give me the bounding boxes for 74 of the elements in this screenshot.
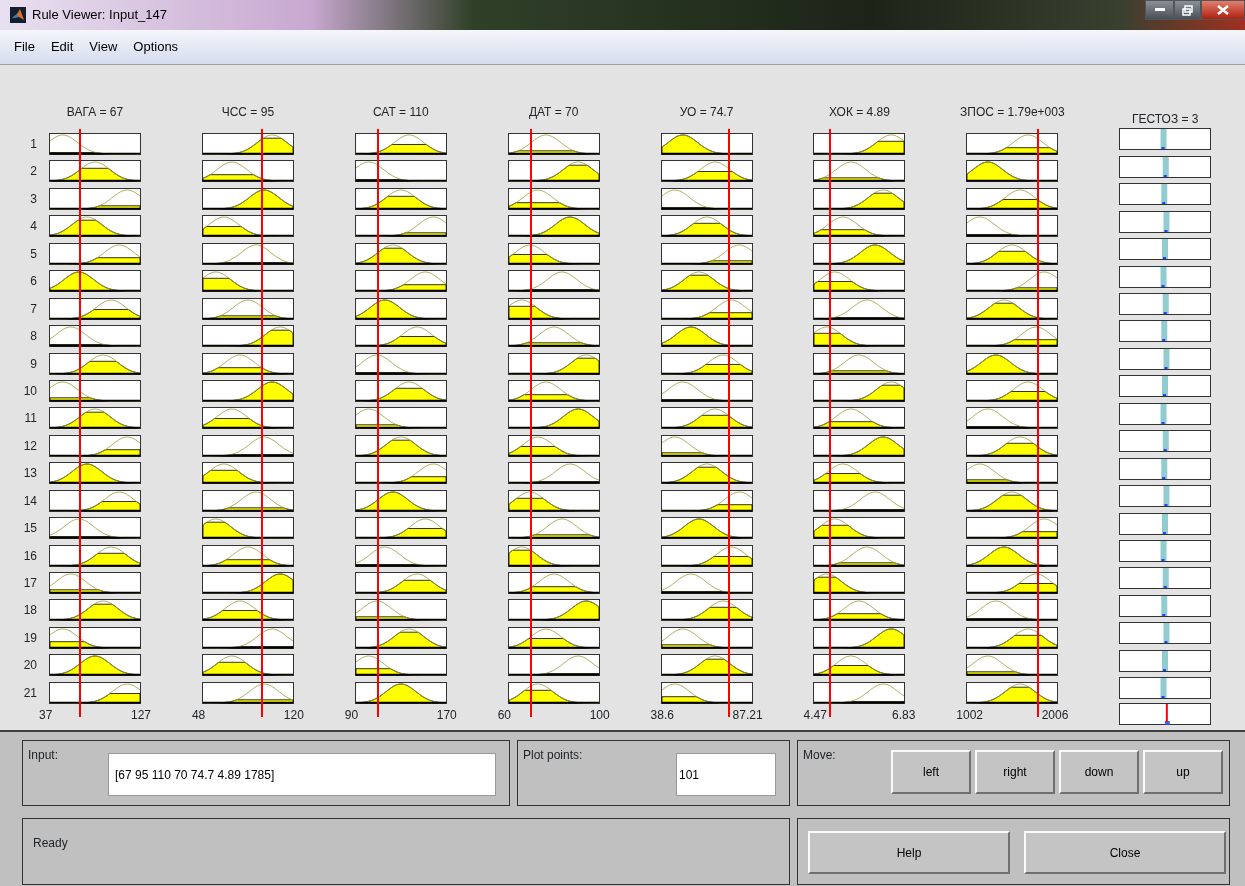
rule-number: 10 xyxy=(22,382,38,400)
move-button[interactable]: right xyxy=(975,750,1055,794)
variable-label: ВАГА = 67 xyxy=(65,104,125,121)
rule-number: 4 xyxy=(29,218,38,236)
rule-number: 17 xyxy=(22,575,38,592)
move-button[interactable]: left xyxy=(891,750,971,794)
minimize-button[interactable] xyxy=(1145,0,1174,20)
menu-item[interactable]: Edit xyxy=(44,35,80,59)
plot-points-field[interactable]: 101 xyxy=(676,753,776,796)
range-max-label: 127 xyxy=(130,707,151,725)
range-min-label: 60 xyxy=(497,707,512,725)
restore-icon xyxy=(1182,4,1193,16)
input-field[interactable]: [67 95 110 70 74.7 4.89 1785] xyxy=(108,753,496,796)
range-max-label: 120 xyxy=(283,707,304,725)
rule-number: 8 xyxy=(29,328,38,346)
rule-number: 20 xyxy=(22,657,38,675)
rule-number: 9 xyxy=(29,355,38,373)
range-max-label: 87.21 xyxy=(732,707,763,725)
status-text: Ready xyxy=(33,835,68,852)
move-button[interactable]: up xyxy=(1143,750,1223,794)
variable-label: УО = 74.7 xyxy=(678,104,735,121)
range-max-label: 2006 xyxy=(1041,707,1069,725)
app-logo-icon xyxy=(10,7,26,23)
range-min-label: 90 xyxy=(344,707,359,725)
variable-label: ХОК = 4.89 xyxy=(827,104,891,121)
menu-item[interactable]: Options xyxy=(127,35,185,59)
window-title: Rule Viewer: Input_147 xyxy=(32,6,167,25)
rule-number: 14 xyxy=(22,492,38,510)
plot-points-label: Plot points: xyxy=(523,747,583,764)
rule-number: 11 xyxy=(23,410,38,428)
menu-item[interactable]: File xyxy=(8,35,41,59)
close-icon xyxy=(1217,5,1229,15)
range-min-label: 4.47 xyxy=(803,707,827,725)
input-marker-line[interactable] xyxy=(529,129,532,718)
rule-number: 1 xyxy=(29,136,38,153)
move-label: Move: xyxy=(803,747,836,764)
help-button[interactable]: Help xyxy=(808,831,1010,874)
rule-number: 13 xyxy=(22,465,38,483)
input-marker-line[interactable] xyxy=(78,129,81,718)
rule-number: 2 xyxy=(29,163,38,181)
range-max-label: 170 xyxy=(436,707,457,725)
rule-number: 18 xyxy=(22,602,38,620)
input-marker-line[interactable] xyxy=(828,129,831,718)
range-min-label: 48 xyxy=(191,707,206,725)
variable-label: ЧСС = 95 xyxy=(220,104,276,121)
rule-number: 21 xyxy=(22,684,38,702)
output-label: ГЕСТОЗ = 3 xyxy=(1131,111,1200,128)
range-max-label: 6.83 xyxy=(892,707,916,725)
rule-number: 6 xyxy=(29,273,38,291)
rule-number: 15 xyxy=(22,520,38,538)
rule-number: 3 xyxy=(29,190,38,208)
input-marker-line[interactable] xyxy=(727,129,730,718)
rule-number: 12 xyxy=(22,437,38,455)
move-button[interactable]: down xyxy=(1059,750,1139,794)
range-max-label: 100 xyxy=(589,707,610,725)
close-dialog-button[interactable]: Close xyxy=(1024,831,1226,874)
rule-number: 5 xyxy=(29,245,38,263)
input-label: Input: xyxy=(28,747,59,764)
range-min-label: 37 xyxy=(39,707,53,725)
maximize-button[interactable] xyxy=(1174,0,1201,20)
variable-label: ДАТ = 70 xyxy=(527,104,580,121)
input-marker-line[interactable] xyxy=(376,129,379,718)
input-marker-line[interactable] xyxy=(1037,129,1040,718)
rule-number: 16 xyxy=(22,547,38,565)
input-marker-line[interactable] xyxy=(260,129,263,718)
range-min-label: 38.6 xyxy=(650,707,674,725)
menu-item[interactable]: View xyxy=(83,35,124,59)
rule-number: 7 xyxy=(29,300,38,318)
variable-label: ЗПОС = 1.79e+003 xyxy=(959,104,1066,121)
rule-number: 19 xyxy=(22,629,38,647)
close-button[interactable] xyxy=(1201,0,1245,20)
variable-label: САТ = 110 xyxy=(371,104,430,121)
minimize-icon xyxy=(1154,8,1165,12)
range-min-label: 1002 xyxy=(956,707,984,725)
